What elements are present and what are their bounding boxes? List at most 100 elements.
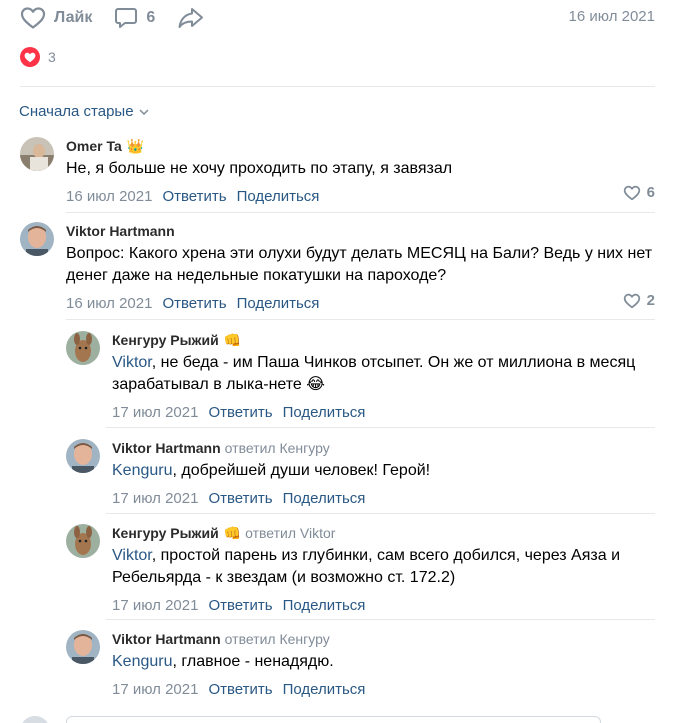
comment-footer: 16 июл 2021 Ответить Поделиться (66, 293, 655, 313)
share-link[interactable]: Поделиться (283, 597, 366, 614)
mention-link[interactable]: Viktor (112, 547, 152, 564)
comment-icon (115, 8, 138, 28)
reactions-summary[interactable]: 3 (20, 47, 56, 67)
author-name[interactable]: Кенгуру Рыжий (112, 332, 219, 348)
comment-date[interactable]: 17 июл 2021 (112, 490, 198, 507)
comment-text: Kenguru, главное - ненадядю. (112, 651, 655, 673)
avatar[interactable] (66, 439, 100, 473)
divider (20, 86, 655, 87)
mention-link[interactable]: Viktor (112, 354, 152, 371)
comment-like-button[interactable]: 2 (623, 292, 655, 309)
author-name[interactable]: Viktor Hartmann (112, 440, 221, 456)
avatar[interactable] (20, 222, 54, 256)
reply-comment: Viktor Hartmann ответил Кенгуру Kenguru,… (66, 439, 655, 509)
reply-to-note[interactable]: ответил Viktor (245, 525, 335, 541)
comment-header: Omer Ta 👑 (66, 137, 655, 155)
crown-icon: 👑 (126, 137, 145, 154)
comment-like-button[interactable]: 6 (623, 184, 655, 201)
comment-body: Viktor Hartmann ответил Кенгуру Kenguru,… (112, 439, 655, 508)
heart-reaction-icon (20, 47, 40, 67)
divider (66, 212, 655, 213)
share-link[interactable]: Поделиться (237, 295, 320, 312)
comment-date[interactable]: 17 июл 2021 (112, 404, 198, 421)
mention-link[interactable]: Kenguru (112, 462, 173, 479)
comment-text-content: , добрейшей души человек! Герой! (172, 462, 431, 479)
comment-text-content: , главное - ненадядю. (172, 653, 334, 670)
mention-link[interactable]: Kenguru (112, 653, 173, 670)
avatar[interactable] (66, 331, 100, 365)
share-link[interactable]: Поделиться (283, 681, 366, 698)
comment: Omer Ta 👑 Не, я больше не хочу проходить… (20, 137, 655, 207)
comment-footer: 16 июл 2021 Ответить Поделиться (66, 186, 655, 206)
comment-header: Viktor Hartmann ответил Кенгуру (112, 439, 655, 457)
comment-body: Кенгуру Рыжий 👊 ответил Viktor Viktor, п… (112, 524, 655, 615)
comments-count: 6 (146, 9, 156, 26)
comment-body: Кенгуру Рыжий 👊 Viktor, не беда - им Паш… (112, 331, 655, 422)
reply-comment: Viktor Hartmann ответил Кенгуру Kenguru,… (66, 630, 655, 700)
sort-label: Сначала старые (19, 103, 134, 120)
comment-like-count: 6 (646, 184, 655, 201)
comment-body: Viktor Hartmann Вопрос: Какого хрена эти… (66, 222, 655, 313)
divider (106, 427, 655, 428)
share-link[interactable]: Поделиться (283, 490, 366, 507)
post-actions: Лайк 6 (20, 4, 235, 32)
heart-outline-icon (623, 293, 640, 308)
comment-text-content: , не беда - им Паша Чинков отсыпет. Он ж… (112, 354, 636, 393)
share-button[interactable] (177, 6, 213, 30)
author-name[interactable]: Omer Ta (66, 138, 122, 154)
reply-to-note[interactable]: ответил Кенгуру (225, 631, 330, 647)
comments-button[interactable]: 6 (114, 6, 155, 30)
reply-link[interactable]: Ответить (208, 597, 272, 614)
comment-input[interactable] (66, 716, 601, 723)
comment-date[interactable]: 17 июл 2021 (112, 681, 198, 698)
reply-link[interactable]: Ответить (162, 295, 226, 312)
avatar[interactable] (20, 137, 54, 171)
reply-link[interactable]: Ответить (208, 490, 272, 507)
fist-icon: 👊 (223, 524, 242, 541)
comment-text: Viktor, простой парень из глубинки, сам … (112, 545, 655, 589)
comment-date[interactable]: 16 июл 2021 (66, 188, 152, 205)
author-name[interactable]: Viktor Hartmann (66, 223, 175, 239)
comment-date[interactable]: 16 июл 2021 (66, 295, 152, 312)
author-name[interactable]: Viktor Hartmann (112, 631, 221, 647)
share-link[interactable]: Поделиться (237, 188, 320, 205)
like-label: Лайк (54, 9, 93, 26)
avatar[interactable] (66, 524, 100, 558)
comment-header: Viktor Hartmann (66, 222, 655, 240)
comment-text-content: , простой парень из глубинки, сам всего … (112, 547, 621, 586)
comment-like-count: 2 (646, 292, 655, 309)
comment-header: Кенгуру Рыжий 👊 ответил Viktor (112, 524, 655, 542)
comment-text: Вопрос: Какого хрена эти олухи будут дел… (66, 245, 653, 284)
comment-body: Viktor Hartmann ответил Кенгуру Kenguru,… (112, 630, 655, 699)
reply-link[interactable]: Ответить (162, 188, 226, 205)
reply-to-note[interactable]: ответил Кенгуру (225, 440, 330, 456)
author-name[interactable]: Кенгуру Рыжий (112, 525, 219, 541)
comment-header: Кенгуру Рыжий 👊 (112, 331, 655, 349)
share-link[interactable]: Поделиться (283, 404, 366, 421)
comment-body: Omer Ta 👑 Не, я больше не хочу проходить… (66, 137, 655, 206)
reply-link[interactable]: Ответить (208, 681, 272, 698)
comment-footer: 17 июл 2021 Ответить Поделиться (112, 488, 655, 508)
chevron-down-icon (139, 108, 149, 115)
like-button[interactable]: Лайк (20, 6, 92, 30)
reply-comment: Кенгуру Рыжий 👊 Viktor, не беда - им Паш… (66, 331, 655, 421)
heart-outline-icon (623, 185, 640, 200)
post-date: 16 июл 2021 (568, 8, 655, 25)
comment-footer: 17 июл 2021 Ответить Поделиться (112, 402, 655, 422)
comment-text: Не, я больше не хочу проходить по этапу,… (66, 160, 453, 177)
share-icon (178, 8, 204, 28)
comment-text: Viktor, не беда - им Паша Чинков отсыпет… (112, 352, 655, 396)
comment-date[interactable]: 17 июл 2021 (112, 597, 198, 614)
current-user-avatar (20, 716, 50, 723)
reply-comment: Кенгуру Рыжий 👊 ответил Viktor Viktor, п… (66, 524, 655, 614)
comment: Viktor Hartmann Вопрос: Какого хрена эти… (20, 222, 655, 314)
divider (66, 319, 655, 320)
comment-footer: 17 июл 2021 Ответить Поделиться (112, 679, 655, 699)
reply-link[interactable]: Ответить (208, 404, 272, 421)
divider (106, 513, 655, 514)
comment-header: Viktor Hartmann ответил Кенгуру (112, 630, 655, 648)
reactions-count: 3 (48, 49, 56, 65)
avatar[interactable] (66, 630, 100, 664)
comment-footer: 17 июл 2021 Ответить Поделиться (112, 595, 655, 615)
sort-dropdown[interactable]: Сначала старые (19, 103, 149, 120)
